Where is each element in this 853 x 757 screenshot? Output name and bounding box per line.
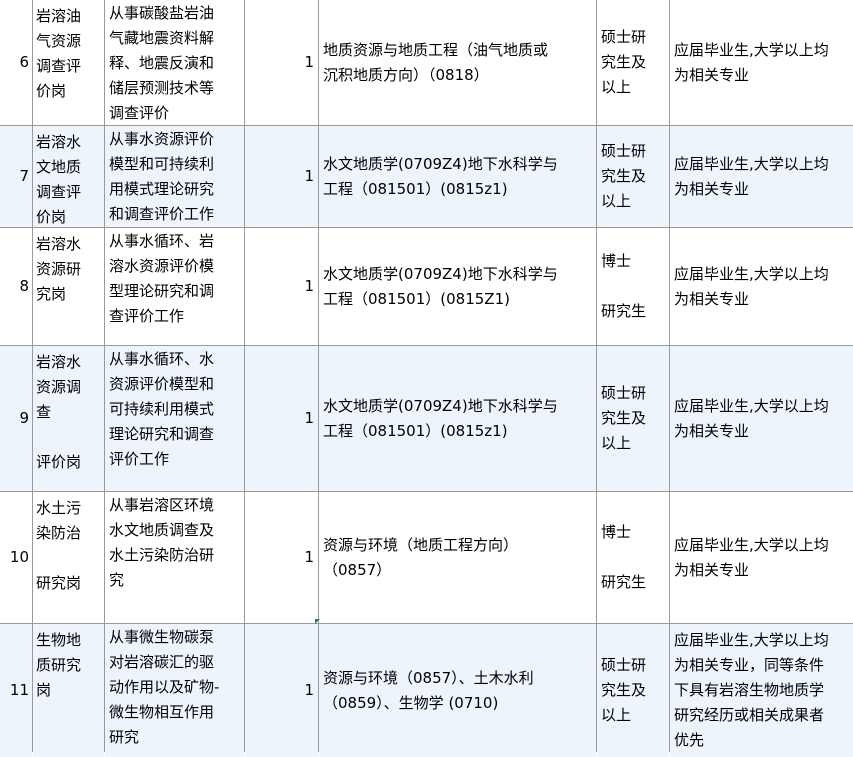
duty-cell[interactable]: 从事碳酸盐岩油 气藏地震资料解 释、地震反演和 储层预测技术等 调查评价 (105, 0, 244, 125)
education-cell[interactable]: 博士 研究生 (597, 492, 669, 623)
row-number[interactable]: 6 (0, 0, 32, 125)
recruitment-table: 6 岩溶油 气资源 调查评 价岗 从事碳酸盐岩油 气藏地震资料解 释、地震反演和… (0, 0, 853, 757)
position-cell[interactable]: 岩溶水 资源研 究岗 (33, 228, 104, 345)
position-cell[interactable]: 水土污 染防治 研究岗 (33, 492, 104, 623)
education-cell[interactable]: 硕士研 究生及 以上 (597, 126, 669, 227)
position-cell[interactable]: 岩溶水 资源调 查 评价岗 (33, 346, 104, 491)
count-cell[interactable]: 1 (245, 228, 318, 345)
duty-cell[interactable]: 从事微生物碳泵 对岩溶碳汇的驱 动作用以及矿物- 微生物相互作用 研究 (105, 624, 244, 757)
count-cell[interactable]: 1 (245, 346, 318, 491)
row-number[interactable]: 11 (0, 624, 32, 757)
major-cell[interactable]: 资源与环境（地质工程方向） （0857） (319, 492, 596, 623)
requirement-cell[interactable]: 应届毕业生,大学以上均 为相关专业 (670, 228, 853, 345)
requirement-cell[interactable]: 应届毕业生,大学以上均 为相关专业，同等条件 下具有岩溶生物地质学 研究经历或相… (670, 624, 853, 757)
education-cell[interactable]: 硕士研 究生及 以上 (597, 0, 669, 125)
duty-cell[interactable]: 从事水循环、水 资源评价模型和 可持续利用模式 理论研究和调查 评价工作 (105, 346, 244, 491)
education-cell[interactable]: 硕士研 究生及 以上 (597, 346, 669, 491)
requirement-cell[interactable]: 应届毕业生,大学以上均 为相关专业 (670, 492, 853, 623)
cell-comment-indicator-icon (315, 619, 320, 624)
count-cell[interactable]: 1 (245, 126, 318, 227)
count-cell[interactable]: 1 (245, 624, 318, 757)
major-cell[interactable]: 水文地质学(0709Z4)地下水科学与 工程（081501）(0815z1) (319, 126, 596, 227)
position-cell[interactable]: 岩溶油 气资源 调查评 价岗 (33, 0, 104, 125)
major-cell[interactable]: 水文地质学(0709Z4)地下水科学与 工程（081501）(0815Z1) (319, 228, 596, 345)
education-cell[interactable]: 硕士研 究生及 以上 (597, 624, 669, 757)
row-number[interactable]: 10 (0, 492, 32, 623)
major-cell[interactable]: 水文地质学(0709Z4)地下水科学与 工程（081501）(0815z1) (319, 346, 596, 491)
count-cell[interactable]: 1 (245, 0, 318, 125)
duty-cell[interactable]: 从事水循环、岩 溶水资源评价模 型理论研究和调 查评价工作 (105, 228, 244, 345)
requirement-cell[interactable]: 应届毕业生,大学以上均 为相关专业 (670, 0, 853, 125)
position-cell[interactable]: 生物地 质研究 岗 (33, 624, 104, 757)
count-cell[interactable]: 1 (245, 492, 318, 623)
requirement-cell[interactable]: 应届毕业生,大学以上均 为相关专业 (670, 346, 853, 491)
requirement-cell[interactable]: 应届毕业生,大学以上均 为相关专业 (670, 126, 853, 227)
major-cell[interactable]: 地质资源与地质工程（油气地质或 沉积地质方向）（0818） (319, 0, 596, 125)
duty-cell[interactable]: 从事岩溶区环境 水文地质调查及 水土污染防治研 究 (105, 492, 244, 623)
major-cell[interactable]: 资源与环境（0857）、土木水利 （0859）、生物学 (0710) (319, 624, 596, 757)
position-cell[interactable]: 岩溶水 文地质 调查评 价岗 (33, 126, 104, 227)
row-number[interactable]: 9 (0, 346, 32, 491)
row-number[interactable]: 7 (0, 126, 32, 227)
duty-cell[interactable]: 从事水资源评价 模型和可持续利 用模式理论研究 和调查评价工作 (105, 126, 244, 227)
education-cell[interactable]: 博士 研究生 (597, 228, 669, 345)
row-number[interactable]: 8 (0, 228, 32, 345)
